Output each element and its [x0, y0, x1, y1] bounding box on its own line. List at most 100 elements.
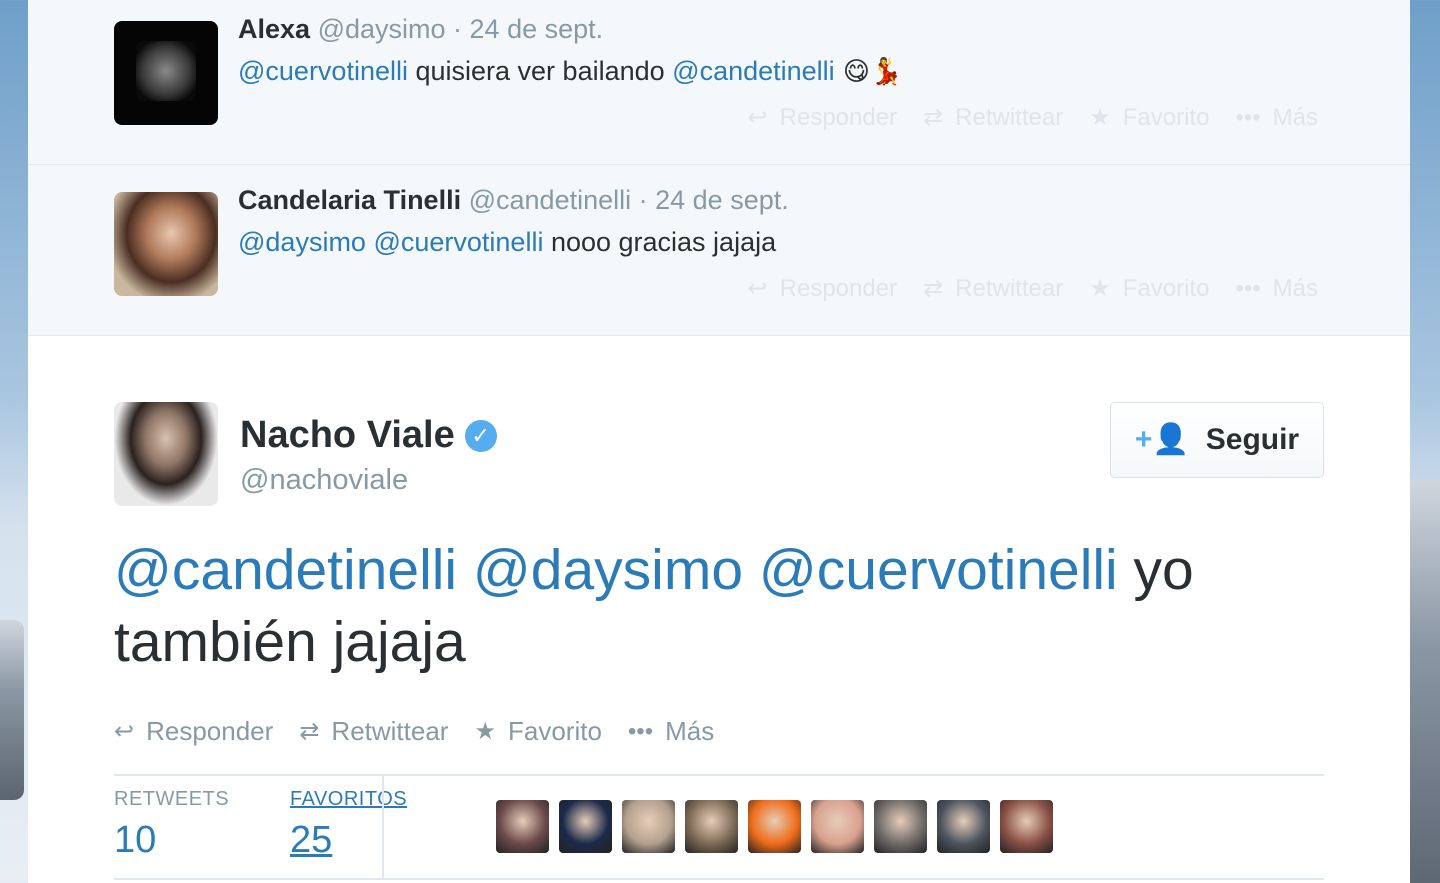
retweets-stat[interactable]: RETWEETS 10: [114, 788, 290, 862]
background-left: [0, 0, 28, 883]
background-scenery-right: [1408, 480, 1440, 883]
favoriters-avatars: [496, 800, 1053, 853]
tweet-date[interactable]: · 24 de sept.: [453, 14, 603, 44]
retweets-label: RETWEETS: [114, 788, 230, 810]
mention-link[interactable]: @candetinelli: [672, 56, 835, 86]
more-label: Más: [665, 716, 715, 746]
reply-label: Responder: [779, 275, 898, 302]
author-name[interactable]: Alexa: [238, 14, 310, 44]
star-icon: ★: [1089, 104, 1111, 131]
text-segment: quisiera ver bailando: [407, 56, 673, 86]
favoriter-avatar[interactable]: [685, 800, 738, 853]
favorites-stat[interactable]: FAVORITOS 25: [290, 788, 466, 862]
divider: [114, 774, 1324, 776]
tweet-text: @candetinelli @daysimo @cuervotinelli yo…: [114, 534, 1344, 678]
more-label: Más: [1272, 275, 1318, 302]
favoriter-avatar[interactable]: [622, 800, 675, 853]
tweet-permalink-panel: Alexa @daysimo · 24 de sept. @cuervotine…: [28, 0, 1410, 883]
retweet-icon: ⇄: [923, 104, 944, 131]
favoriter-avatar[interactable]: [874, 800, 927, 853]
author-handle[interactable]: @daysimo: [318, 14, 446, 44]
favoriter-avatar[interactable]: [811, 800, 864, 853]
author-name-row: Nacho Viale ✓: [240, 414, 497, 457]
retweet-icon: ⇄: [299, 717, 320, 745]
tweet-text: @daysimo @cuervotinelli nooo gracias jaj…: [238, 227, 776, 258]
reply-icon: ↩: [747, 275, 768, 302]
main-tweet: Nacho Viale ✓ @nachoviale +👤 Seguir @can…: [28, 336, 1410, 883]
reply-button[interactable]: ↩ Responder: [114, 716, 273, 747]
text-segment: [457, 538, 473, 602]
tweet-header: Candelaria Tinelli @candetinelli · 24 de…: [238, 185, 789, 216]
favorite-button[interactable]: ★ Favorito: [1089, 275, 1209, 303]
reply-icon: ↩: [747, 104, 768, 131]
more-button[interactable]: ••• Más: [1235, 104, 1318, 132]
emoji-segment: 😋💃: [834, 57, 903, 87]
follow-button[interactable]: +👤 Seguir: [1110, 402, 1324, 478]
tweet-text: @cuervotinelli quisiera ver bailando @ca…: [238, 56, 902, 87]
text-segment: nooo gracias jajaja: [543, 227, 777, 257]
follow-label: Seguir: [1205, 423, 1300, 456]
more-button[interactable]: ••• Más: [1235, 275, 1318, 303]
favoriter-avatar[interactable]: [937, 800, 990, 853]
mention-link[interactable]: @cuervotinelli: [238, 56, 408, 86]
retweets-count: 10: [114, 819, 157, 861]
more-button[interactable]: ••• Más: [628, 716, 714, 747]
star-icon: ★: [474, 717, 496, 745]
author-name[interactable]: Nacho Viale: [240, 414, 455, 457]
more-label: Más: [1272, 104, 1318, 131]
reply-button[interactable]: ↩ Responder: [748, 104, 898, 132]
retweet-button[interactable]: ⇄ Retwittear: [299, 716, 448, 747]
favoriter-avatar[interactable]: [1000, 800, 1053, 853]
reply-tweet[interactable]: Candelaria Tinelli @candetinelli · 24 de…: [28, 165, 1410, 336]
text-segment: [743, 538, 759, 602]
retweet-label: Retwittear: [331, 716, 449, 746]
mention-link[interactable]: @daysimo: [238, 227, 366, 257]
favoriter-avatar[interactable]: [748, 800, 801, 853]
reply-tweet[interactable]: Alexa @daysimo · 24 de sept. @cuervotine…: [28, 0, 1410, 165]
retweet-icon: ⇄: [923, 275, 944, 302]
tweet-actions: ↩ Responder ⇄ Retwittear ★ Favorito ••• Más: [114, 716, 714, 747]
mention-link[interactable]: @daysimo: [473, 538, 743, 602]
avatar[interactable]: [114, 402, 218, 506]
stats-separator: [382, 776, 384, 878]
retweet-label: Retwittear: [955, 104, 1064, 131]
author-name[interactable]: Candelaria Tinelli: [238, 185, 461, 215]
more-dots-icon: •••: [627, 717, 654, 745]
author-handle[interactable]: @candetinelli: [469, 185, 632, 215]
retweet-button[interactable]: ⇄ Retwittear: [923, 104, 1063, 132]
tweet-actions: ↩ Responder ⇄ Retwittear ★ Favorito ••• Más: [748, 275, 1318, 303]
tweet-header: Alexa @daysimo · 24 de sept.: [238, 14, 603, 45]
mention-link[interactable]: @cuervotinelli: [759, 538, 1118, 602]
favoriter-avatar[interactable]: [496, 800, 549, 853]
background-scenery-left: [0, 620, 24, 800]
reply-icon: ↩: [114, 717, 135, 745]
verified-badge-icon: ✓: [464, 419, 497, 452]
mention-link[interactable]: @cuervotinelli: [373, 227, 543, 257]
author-handle[interactable]: @nachoviale: [240, 464, 408, 497]
favoriter-avatar[interactable]: [559, 800, 612, 853]
favorite-button[interactable]: ★ Favorito: [474, 716, 601, 747]
avatar[interactable]: [114, 192, 218, 296]
divider: [114, 878, 1324, 880]
mention-link[interactable]: @candetinelli: [114, 538, 457, 602]
reply-button[interactable]: ↩ Responder: [748, 275, 898, 303]
favorites-count: 25: [290, 819, 333, 861]
background-right: [1408, 0, 1440, 883]
favorite-button[interactable]: ★ Favorito: [1089, 104, 1209, 132]
reply-label: Responder: [146, 716, 274, 746]
retweet-button[interactable]: ⇄ Retwittear: [923, 275, 1063, 303]
more-dots-icon: •••: [1235, 275, 1261, 302]
tweet-actions: ↩ Responder ⇄ Retwittear ★ Favorito ••• Más: [748, 104, 1318, 132]
star-icon: ★: [1089, 275, 1111, 302]
favorite-label: Favorito: [1122, 104, 1210, 131]
tweet-date[interactable]: · 24 de sept.: [639, 185, 789, 215]
add-user-icon: +👤: [1134, 423, 1190, 456]
avatar[interactable]: [114, 21, 218, 125]
tweet-stats: RETWEETS 10 FAVORITOS 25: [114, 788, 466, 862]
more-dots-icon: •••: [1235, 104, 1261, 131]
favorite-label: Favorito: [507, 716, 602, 746]
favorites-label: FAVORITOS: [290, 788, 408, 810]
retweet-label: Retwittear: [955, 275, 1064, 302]
reply-label: Responder: [779, 104, 898, 131]
favorite-label: Favorito: [1122, 275, 1210, 302]
